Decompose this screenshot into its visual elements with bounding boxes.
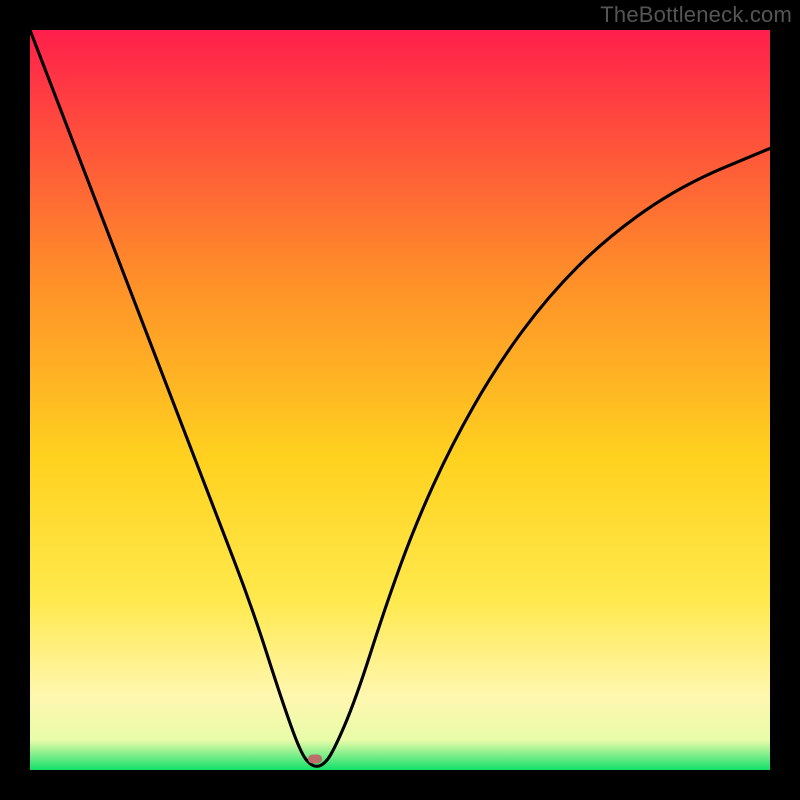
chart-frame: TheBottleneck.com xyxy=(0,0,800,800)
attribution-text: TheBottleneck.com xyxy=(600,2,792,28)
bottleneck-curve xyxy=(30,30,770,766)
plot-area xyxy=(30,30,770,770)
curve-layer xyxy=(30,30,770,770)
minimum-marker xyxy=(308,754,322,763)
